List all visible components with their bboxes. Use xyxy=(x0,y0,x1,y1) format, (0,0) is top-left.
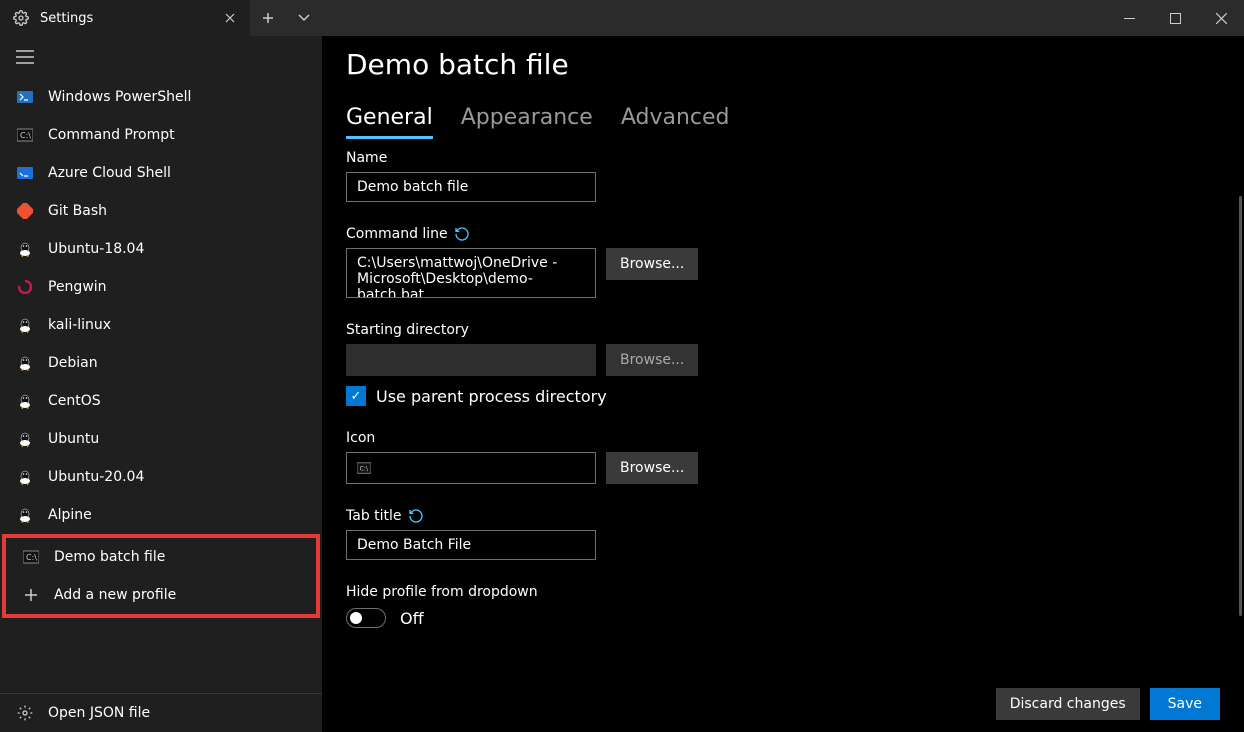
sidebar-item-label: Ubuntu-18.04 xyxy=(48,241,144,257)
starting-directory-label: Starting directory xyxy=(346,322,1214,338)
sidebar-item-kali-linux[interactable]: kali-linux xyxy=(0,306,322,344)
tux-icon xyxy=(16,430,34,448)
tab-title: Settings xyxy=(40,11,210,26)
svg-text:C:\: C:\ xyxy=(26,553,37,562)
reset-icon[interactable] xyxy=(408,508,424,524)
icon-label: Icon xyxy=(346,430,1214,446)
azure-icon xyxy=(16,164,34,182)
sidebar-item-ubuntu[interactable]: Ubuntu xyxy=(0,420,322,458)
field-hide-profile: Hide profile from dropdown Off xyxy=(346,584,1214,628)
sidebar-item-ubuntu-20-04[interactable]: Ubuntu-20.04 xyxy=(0,458,322,496)
tab-dropdown-button[interactable] xyxy=(286,0,322,36)
window-titlebar: Settings xyxy=(0,0,1244,36)
sidebar-item-command-prompt[interactable]: C:\ Command Prompt xyxy=(0,116,322,154)
git-icon xyxy=(16,202,34,220)
svg-text:C:\: C:\ xyxy=(360,466,369,473)
highlighted-profiles: C:\ Demo batch file Add a new profile xyxy=(2,534,320,618)
gear-icon xyxy=(12,9,30,27)
cmd-icon: C:\ xyxy=(16,126,34,144)
cmd-icon: C:\ xyxy=(22,548,40,566)
use-parent-process-checkbox[interactable]: ✓ xyxy=(346,386,366,406)
tab-general[interactable]: General xyxy=(346,105,433,139)
page-title: Demo batch file xyxy=(346,48,1214,81)
powershell-icon xyxy=(16,88,34,106)
field-command-line: Command line Browse... xyxy=(346,226,1214,298)
settings-content: Demo batch file General Appearance Advan… xyxy=(322,36,1244,732)
sidebar: Windows PowerShell C:\ Command Prompt Az… xyxy=(0,36,322,732)
svg-text:C:\: C:\ xyxy=(20,131,31,140)
sidebar-item-open-json-file[interactable]: Open JSON file xyxy=(0,694,322,732)
tux-icon xyxy=(16,392,34,410)
tab-title-label: Tab title xyxy=(346,508,402,524)
field-icon: Icon C:\ Browse... xyxy=(346,430,1214,484)
sidebar-item-add-new-profile[interactable]: Add a new profile xyxy=(6,576,316,614)
sidebar-item-git-bash[interactable]: Git Bash xyxy=(0,192,322,230)
sidebar-item-label: Pengwin xyxy=(48,279,107,295)
sidebar-item-label: Git Bash xyxy=(48,203,107,219)
sidebar-item-label: Windows PowerShell xyxy=(48,89,191,105)
footer-actions: Discard changes Save xyxy=(346,674,1220,720)
sidebar-item-label: Add a new profile xyxy=(54,587,176,603)
sidebar-item-azure-cloud-shell[interactable]: Azure Cloud Shell xyxy=(0,154,322,192)
toggle-state: Off xyxy=(400,609,424,628)
sidebar-item-debian[interactable]: Debian xyxy=(0,344,322,382)
sidebar-item-label: CentOS xyxy=(48,393,101,409)
new-tab-button[interactable] xyxy=(250,0,286,36)
command-line-label: Command line xyxy=(346,226,448,242)
browse-starting-directory-button: Browse... xyxy=(606,344,698,376)
close-window-button[interactable] xyxy=(1198,0,1244,36)
sidebar-item-alpine[interactable]: Alpine xyxy=(0,496,322,534)
sidebar-item-label: Azure Cloud Shell xyxy=(48,165,171,181)
icon-input[interactable]: C:\ xyxy=(346,452,596,484)
tux-icon xyxy=(16,240,34,258)
sidebar-item-label: Debian xyxy=(48,355,98,371)
field-tab-title: Tab title xyxy=(346,508,1214,560)
sidebar-item-windows-powershell[interactable]: Windows PowerShell xyxy=(0,78,322,116)
sidebar-item-demo-batch-file[interactable]: C:\ Demo batch file xyxy=(6,538,316,576)
pengwin-icon xyxy=(16,278,34,296)
name-label: Name xyxy=(346,150,1214,166)
close-tab-button[interactable] xyxy=(220,8,240,28)
sidebar-item-label: Command Prompt xyxy=(48,127,175,143)
sidebar-item-label: Open JSON file xyxy=(48,705,150,721)
hide-profile-label: Hide profile from dropdown xyxy=(346,584,1214,600)
field-starting-directory: Starting directory Browse... ✓ Use paren… xyxy=(346,322,1214,406)
starting-directory-input xyxy=(346,344,596,376)
sidebar-item-pengwin[interactable]: Pengwin xyxy=(0,268,322,306)
plus-icon xyxy=(22,586,40,604)
tab-title-input[interactable] xyxy=(346,530,596,560)
field-name: Name xyxy=(346,150,1214,202)
tab-advanced[interactable]: Advanced xyxy=(621,105,730,139)
hide-profile-toggle[interactable] xyxy=(346,608,386,628)
tab-appearance[interactable]: Appearance xyxy=(461,105,593,139)
discard-changes-button[interactable]: Discard changes xyxy=(996,688,1140,720)
sidebar-item-label: Ubuntu-20.04 xyxy=(48,469,144,485)
tux-icon xyxy=(16,506,34,524)
checkbox-label: Use parent process directory xyxy=(376,387,607,406)
tux-icon xyxy=(16,468,34,486)
minimize-button[interactable] xyxy=(1106,0,1152,36)
content-tabs: General Appearance Advanced xyxy=(346,105,1214,140)
maximize-button[interactable] xyxy=(1152,0,1198,36)
sidebar-item-centos[interactable]: CentOS xyxy=(0,382,322,420)
tux-icon xyxy=(16,316,34,334)
reset-icon[interactable] xyxy=(454,226,470,242)
sidebar-item-label: kali-linux xyxy=(48,317,111,333)
command-line-input[interactable] xyxy=(346,248,596,298)
settings-tab[interactable]: Settings xyxy=(0,0,250,36)
save-button[interactable]: Save xyxy=(1150,688,1220,720)
browse-icon-button[interactable]: Browse... xyxy=(606,452,698,484)
sidebar-item-ubuntu-18-04[interactable]: Ubuntu-18.04 xyxy=(0,230,322,268)
browse-command-line-button[interactable]: Browse... xyxy=(606,248,698,280)
hamburger-menu-button[interactable] xyxy=(0,36,322,78)
sidebar-item-label: Demo batch file xyxy=(54,549,165,565)
sidebar-item-label: Ubuntu xyxy=(48,431,99,447)
tux-icon xyxy=(16,354,34,372)
gear-icon xyxy=(16,704,34,722)
scrollbar[interactable] xyxy=(1239,196,1242,616)
sidebar-item-label: Alpine xyxy=(48,507,92,523)
name-input[interactable] xyxy=(346,172,596,202)
